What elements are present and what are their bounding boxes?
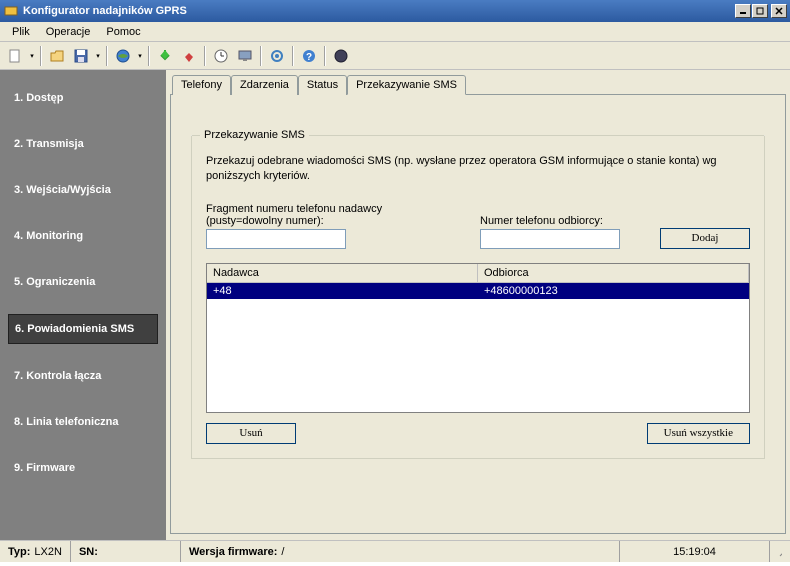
delete-button[interactable]: Usuń [206, 423, 296, 444]
forwarding-table: Nadawca Odbiorca +48 +48600000123 [206, 263, 750, 413]
menu-bar: Plik Operacje Pomoc [0, 22, 790, 42]
sidebar-item-transmission[interactable]: 2. Transmisja [8, 130, 158, 158]
save-icon[interactable] [70, 45, 92, 67]
status-sn: SN: [71, 541, 181, 562]
tab-sms-forwarding[interactable]: Przekazywanie SMS [347, 75, 466, 95]
sender-label: Fragment numeru telefonu nadawcy (pusty=… [206, 203, 460, 227]
new-dropdown-icon[interactable]: ▾ [28, 45, 36, 67]
status-time: 15:19:04 [620, 541, 770, 562]
clock-icon[interactable] [210, 45, 232, 67]
sidebar-item-io[interactable]: 3. Wejścia/Wyjścia [8, 176, 158, 204]
status-bar: Typ: LX2N SN: Wersja firmware: / 15:19:0… [0, 540, 790, 562]
sidebar-item-access[interactable]: 1. Dostęp [8, 84, 158, 112]
recipient-label: Numer telefonu odbiorcy: [480, 215, 620, 227]
sidebar: 1. Dostęp 2. Transmisja 3. Wejścia/Wyjśc… [0, 70, 166, 540]
content-area: Telefony Zdarzenia Status Przekazywanie … [166, 70, 790, 540]
resize-grip-icon[interactable] [770, 541, 790, 562]
status-sn-label: SN: [79, 546, 98, 558]
gear-icon[interactable] [266, 45, 288, 67]
sender-input[interactable] [206, 229, 346, 249]
menu-file[interactable]: Plik [4, 24, 38, 40]
monitor-icon[interactable] [234, 45, 256, 67]
sidebar-item-link-control[interactable]: 7. Kontrola łącza [8, 362, 158, 390]
recipient-input[interactable] [480, 229, 620, 249]
upload-icon[interactable] [178, 45, 200, 67]
maximize-button[interactable] [752, 4, 768, 18]
status-type-value: LX2N [34, 546, 62, 558]
help-icon[interactable]: ? [298, 45, 320, 67]
table-row[interactable]: +48 +48600000123 [207, 283, 749, 299]
globe-dropdown-icon[interactable]: ▾ [136, 45, 144, 67]
status-firmware: Wersja firmware: / [181, 541, 620, 562]
status-type-label: Typ: [8, 546, 30, 558]
app-icon [3, 3, 19, 19]
tab-phones[interactable]: Telefony [172, 75, 231, 95]
svg-text:?: ? [306, 52, 312, 63]
close-button[interactable] [771, 4, 787, 18]
title-bar: Konfigurator nadajników GPRS [0, 0, 790, 22]
menu-operations[interactable]: Operacje [38, 24, 99, 40]
minimize-button[interactable] [735, 4, 751, 18]
sidebar-item-phone-line[interactable]: 8. Linia telefoniczna [8, 408, 158, 436]
open-icon[interactable] [46, 45, 68, 67]
tab-strip: Telefony Zdarzenia Status Przekazywanie … [166, 70, 790, 94]
save-dropdown-icon[interactable]: ▾ [94, 45, 102, 67]
sidebar-item-restrictions[interactable]: 5. Ograniczenia [8, 268, 158, 296]
col-recipient[interactable]: Odbiorca [478, 264, 749, 282]
menu-help[interactable]: Pomoc [98, 24, 148, 40]
tab-status[interactable]: Status [298, 75, 347, 95]
tab-panel: Przekazywanie SMS Przekazuj odebrane wia… [170, 94, 786, 534]
group-description: Przekazuj odebrane wiadomości SMS (np. w… [206, 154, 750, 185]
delete-all-button[interactable]: Usuń wszystkie [647, 423, 750, 444]
group-legend: Przekazywanie SMS [200, 129, 309, 141]
status-firmware-value: / [281, 546, 284, 558]
sidebar-item-sms-notifications[interactable]: 6. Powiadomienia SMS [8, 314, 158, 344]
tab-events[interactable]: Zdarzenia [231, 75, 298, 95]
download-icon[interactable] [154, 45, 176, 67]
toolbar: ▾ ▾ ▾ ? [0, 42, 790, 70]
sidebar-item-firmware[interactable]: 9. Firmware [8, 454, 158, 482]
globe-icon[interactable] [112, 45, 134, 67]
cell-sender: +48 [207, 283, 478, 299]
add-button[interactable]: Dodaj [660, 228, 750, 249]
dark-globe-icon[interactable] [330, 45, 352, 67]
status-firmware-label: Wersja firmware: [189, 546, 277, 558]
status-type: Typ: LX2N [0, 541, 71, 562]
sidebar-item-monitoring[interactable]: 4. Monitoring [8, 222, 158, 250]
sms-forwarding-group: Przekazywanie SMS Przekazuj odebrane wia… [191, 135, 765, 459]
window-title: Konfigurator nadajników GPRS [23, 5, 735, 17]
cell-recipient: +48600000123 [478, 283, 749, 299]
new-icon[interactable] [4, 45, 26, 67]
col-sender[interactable]: Nadawca [207, 264, 478, 282]
